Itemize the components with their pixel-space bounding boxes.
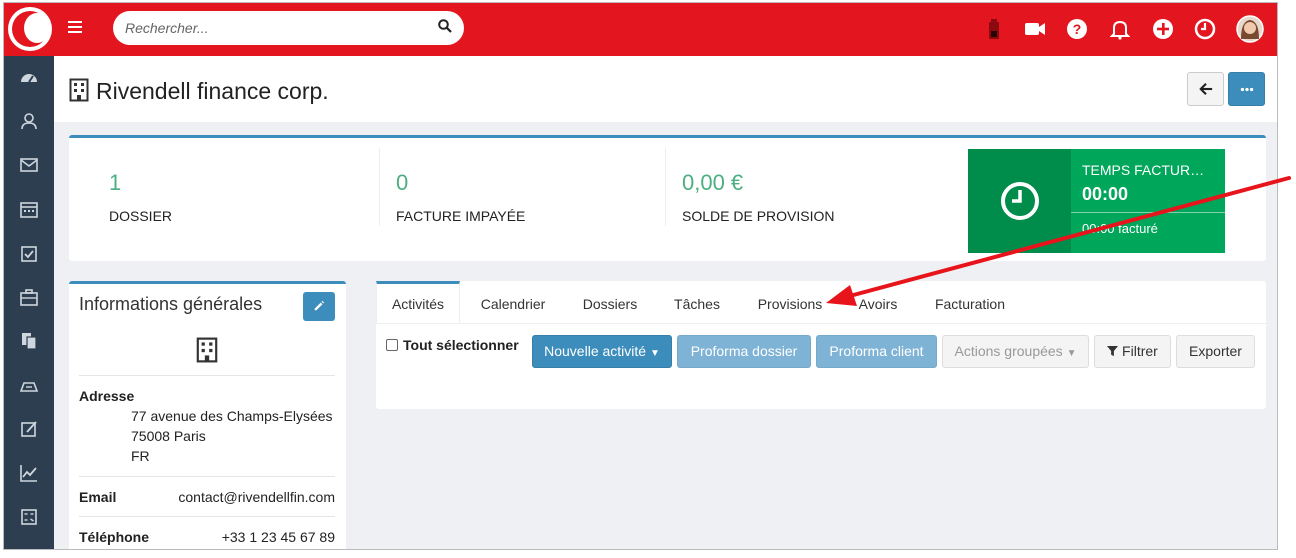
filter-label: Filtrer [1122, 343, 1158, 359]
new-activity-label: Nouvelle activité [544, 343, 647, 359]
grouped-actions-label: Actions groupées [954, 343, 1063, 359]
address-label: Adresse [79, 388, 135, 404]
time-box-title: TEMPS FACTUR… [1082, 162, 1205, 178]
stat-label: FACTURE IMPAYÉE [396, 208, 526, 224]
sidebar [4, 56, 54, 549]
tab-dossiers[interactable]: Dossiers [572, 281, 648, 323]
billed-time-box[interactable]: TEMPS FACTUR… 00:00 00:00 facturé [968, 149, 1225, 253]
arrow-left-icon [1199, 83, 1213, 95]
calendar-icon[interactable] [19, 199, 39, 219]
clock-icon[interactable] [1193, 17, 1217, 41]
chart-icon[interactable] [19, 463, 39, 483]
grouped-actions-button[interactable]: Actions groupées ▼ [942, 335, 1089, 368]
stat-label: SOLDE DE PROVISION [682, 208, 835, 224]
mail-icon[interactable] [19, 155, 39, 175]
tab-provisions[interactable]: Provisions [746, 281, 834, 323]
stat-value: 0,00 € [682, 170, 744, 195]
address-line: 75008 Paris [131, 428, 206, 444]
time-box-billed: 00:00 facturé [1082, 221, 1158, 236]
battery-icon[interactable] [982, 17, 1006, 41]
building-icon [196, 337, 218, 363]
svg-text:?: ? [1073, 21, 1082, 37]
email-link[interactable]: contact@rivendellfin.com [178, 489, 335, 505]
filter-icon [1107, 346, 1119, 357]
video-icon[interactable] [1023, 17, 1047, 41]
search-icon[interactable] [438, 19, 452, 33]
tab-calendrier[interactable]: Calendrier [468, 281, 558, 323]
app-logo[interactable] [8, 7, 52, 51]
email-label: Email [79, 489, 117, 505]
bell-icon[interactable] [1108, 17, 1132, 41]
page-header: Rivendell finance corp. [54, 56, 1277, 122]
tab-facturation[interactable]: Facturation [922, 281, 1018, 323]
address-line: FR [131, 448, 150, 464]
search-input[interactable] [125, 18, 425, 38]
select-all-label[interactable]: Tout sélectionner [403, 337, 519, 353]
billing-icon[interactable] [19, 375, 39, 395]
edit-button[interactable] [303, 292, 335, 321]
panel-title: Informations générales [79, 294, 263, 314]
app-window: ? Rivendell finance corp. 1 DOSSIER [3, 2, 1278, 550]
divider [665, 148, 666, 226]
caret-down-icon: ▼ [1066, 348, 1077, 359]
menu-toggle-icon[interactable] [68, 18, 82, 38]
export-button[interactable]: Exporter [1176, 335, 1255, 368]
phone-value[interactable]: +33 1 23 45 67 89 [222, 529, 335, 545]
address-line: 77 avenue des Champs-Elysées [131, 408, 333, 424]
edit-icon[interactable] [19, 419, 39, 439]
help-icon[interactable]: ? [1065, 17, 1089, 41]
tab-taches[interactable]: Tâches [664, 281, 730, 323]
back-button[interactable] [1187, 72, 1224, 106]
caret-down-icon: ▼ [649, 348, 660, 359]
contacts-icon[interactable] [19, 111, 39, 131]
phone-label: Téléphone [79, 529, 150, 545]
tab-activites[interactable]: Activités [376, 281, 460, 323]
tabs-panel: Activités Calendrier Dossiers Tâches Pro… [376, 281, 1266, 409]
add-icon[interactable] [1151, 17, 1175, 41]
documents-icon[interactable] [19, 331, 39, 351]
tab-avoirs[interactable]: Avoirs [850, 281, 906, 323]
stats-box: 1 DOSSIER 0 FACTURE IMPAYÉE 0,00 € SOLDE… [69, 135, 1266, 261]
stat-label: DOSSIER [109, 208, 173, 224]
calculator-icon[interactable] [19, 507, 39, 527]
select-all-checkbox[interactable] [386, 339, 398, 351]
user-avatar[interactable] [1236, 15, 1264, 43]
page-title: Rivendell finance corp. [96, 78, 329, 104]
divider [379, 148, 380, 226]
ellipsis-icon [1240, 87, 1254, 92]
general-info-panel: Informations générales Adresse 77 avenue… [69, 281, 346, 549]
clock-icon [1001, 182, 1039, 220]
tasks-icon[interactable] [19, 243, 39, 263]
stat-value: 1 [109, 170, 122, 195]
proforma-client-button[interactable]: Proforma client [816, 335, 937, 368]
new-activity-button[interactable]: Nouvelle activité ▼ [532, 335, 672, 368]
more-options-button[interactable] [1228, 72, 1265, 106]
top-bar: ? [4, 3, 1277, 56]
briefcase-icon[interactable] [19, 287, 39, 307]
stat-value: 0 [396, 170, 409, 195]
proforma-dossier-button[interactable]: Proforma dossier [677, 335, 811, 368]
search-box [113, 11, 464, 45]
filter-button[interactable]: Filtrer [1094, 335, 1171, 368]
dashboard-icon[interactable] [19, 68, 39, 88]
time-box-value: 00:00 [1082, 184, 1129, 204]
building-icon [69, 78, 89, 102]
pencil-icon [314, 300, 325, 311]
